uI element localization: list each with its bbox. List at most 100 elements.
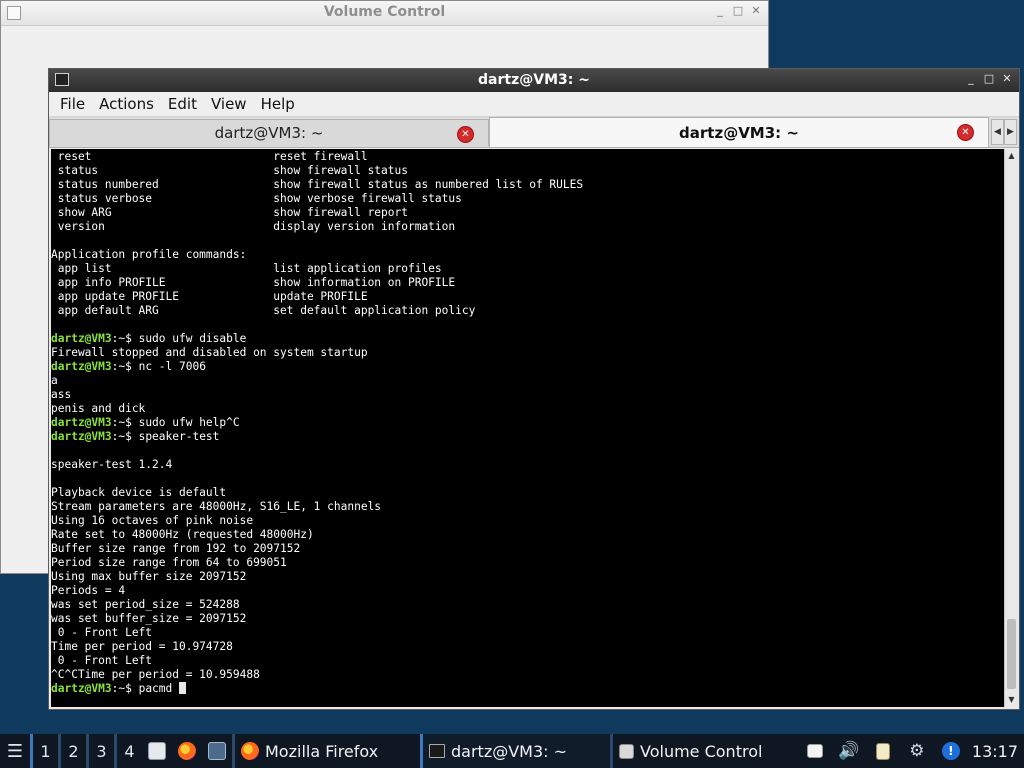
terminal-line: Buffer size range from 192 to 2097152 — [51, 542, 300, 555]
prompt-user: dartz@VM3 — [51, 682, 112, 695]
output-text: Time per period = 10.974728 — [51, 640, 233, 653]
menu-actions[interactable]: Actions — [92, 95, 161, 113]
tab-terminal-1[interactable]: dartz@VM3: ~ ✕ — [49, 119, 489, 146]
terminal-icon — [429, 744, 445, 758]
menu-bar: File Actions Edit View Help — [49, 92, 1019, 117]
firefox-launcher[interactable] — [172, 734, 202, 768]
tab-scroll-left-icon[interactable]: ◀ — [991, 119, 1004, 145]
maximize-button[interactable]: □ — [983, 72, 995, 86]
tab-terminal-2[interactable]: dartz@VM3: ~ ✕ — [489, 117, 989, 147]
output-text: app list list application profiles — [51, 262, 442, 275]
desktop-4-button[interactable]: 4 — [114, 734, 142, 768]
close-tab-icon[interactable]: ✕ — [957, 124, 974, 141]
command-text: pacmd — [138, 682, 179, 695]
terminal-line: 0 - Front Left — [51, 626, 152, 639]
output-text: status verbose show verbose firewall sta… — [51, 192, 462, 205]
firefox-icon — [178, 742, 196, 760]
terminal-line: Time per period = 10.974728 — [51, 640, 233, 653]
network-tray-button[interactable]: ⚙ — [900, 734, 934, 768]
command-text: nc -l 7006 — [138, 360, 206, 373]
scrollbar-thumb[interactable] — [1007, 619, 1016, 689]
terminal-output[interactable]: reset reset firewall status show firewal… — [51, 149, 1004, 707]
command-text: sudo ufw help^C — [138, 416, 240, 429]
tab-scroll-right-icon[interactable]: ▶ — [1004, 119, 1017, 145]
prompt-path: :~$ — [111, 430, 139, 443]
terminal-line: dartz@VM3:~$ speaker-test — [51, 430, 219, 443]
output-text: was set buffer_size = 2097152 — [51, 612, 247, 625]
show-desktop-icon — [806, 744, 823, 758]
clock[interactable]: 13:17 — [968, 742, 1024, 761]
terminal-line: version display version information — [51, 220, 455, 233]
terminal-line: Using 16 octaves of pink noise — [51, 514, 253, 527]
volume-tray-button[interactable]: 🔊 — [832, 734, 866, 768]
minimize-button[interactable]: _ — [965, 72, 977, 86]
terminal-line: dartz@VM3:~$ sudo ufw disable — [51, 332, 246, 345]
taskbar: ☰ 1 2 3 4 Mozilla Firefox dartz@VM3: ~ V… — [0, 734, 1024, 768]
output-text: status show firewall status — [51, 164, 408, 177]
task-volume-control[interactable]: Volume Control — [610, 734, 792, 768]
notification-tray-button[interactable]: ! — [934, 734, 968, 768]
terminal-title: dartz@VM3: ~ — [478, 72, 590, 88]
terminal-scrollbar[interactable]: ▲ ▼ — [1004, 149, 1018, 707]
menu-help[interactable]: Help — [254, 95, 302, 113]
task-label: dartz@VM3: ~ — [451, 741, 568, 761]
terminal-window[interactable]: dartz@VM3: ~ _ □ ✕ File Actions Edit Vie… — [48, 68, 1020, 710]
desktop-2-button[interactable]: 2 — [58, 734, 86, 768]
terminal-line: Stream parameters are 48000Hz, S16_LE, 1… — [51, 500, 381, 513]
terminal-line: show ARG show firewall report — [51, 206, 408, 219]
file-manager-launcher[interactable] — [142, 734, 172, 768]
output-text: Stream parameters are 48000Hz, S16_LE, 1… — [51, 500, 382, 513]
volume-control-titlebar[interactable]: Volume Control _ □ ✕ — [1, 1, 768, 26]
monitor-icon — [208, 742, 226, 760]
menu-edit[interactable]: Edit — [161, 95, 204, 113]
output-text: app info PROFILE show information on PRO… — [51, 276, 456, 289]
terminal-line: reset reset firewall — [51, 150, 368, 163]
task-firefox[interactable]: Mozilla Firefox — [232, 734, 420, 768]
show-desktop-button[interactable] — [798, 734, 832, 768]
clipboard-icon — [875, 742, 890, 760]
menu-file[interactable]: File — [53, 95, 92, 113]
prompt-user: dartz@VM3 — [51, 430, 112, 443]
desktop-launcher[interactable] — [202, 734, 232, 768]
volume-control-title: Volume Control — [323, 4, 446, 20]
prompt-path: :~$ — [111, 332, 139, 345]
output-text: penis and dick — [51, 402, 146, 415]
prompt-user: dartz@VM3 — [51, 332, 112, 345]
terminal-line: app default ARG set default application … — [51, 304, 476, 317]
clipboard-tray-button[interactable] — [866, 734, 900, 768]
desktop-3-button[interactable]: 3 — [86, 734, 114, 768]
task-label: Mozilla Firefox — [265, 741, 379, 761]
prompt-path: :~$ — [111, 360, 139, 373]
scroll-down-icon[interactable]: ▼ — [1005, 693, 1018, 707]
start-menu-icon[interactable]: ☰ — [0, 734, 30, 768]
output-text: 0 - Front Left — [51, 626, 153, 639]
scroll-up-icon[interactable]: ▲ — [1005, 149, 1018, 163]
desktop-1-button[interactable]: 1 — [30, 734, 58, 768]
output-text: Playback device is default — [51, 486, 227, 499]
terminal-line: Using max buffer size 2097152 — [51, 570, 246, 583]
command-text: speaker-test — [138, 430, 220, 443]
minimize-button[interactable]: _ — [714, 4, 726, 18]
output-text: show ARG show firewall report — [51, 206, 408, 219]
maximize-button[interactable]: □ — [732, 4, 744, 18]
output-text: a — [51, 374, 58, 387]
speaker-icon: 🔊 — [838, 741, 860, 761]
terminal-line: was set buffer_size = 2097152 — [51, 612, 246, 625]
terminal-line: dartz@VM3:~$ nc -l 7006 — [51, 360, 206, 373]
close-button[interactable]: ✕ — [750, 4, 762, 18]
terminal-line: was set period_size = 524288 — [51, 598, 240, 611]
output-text: Application profile commands: — [51, 248, 247, 261]
output-text: app update PROFILE update PROFILE — [51, 290, 368, 303]
prompt-path: :~$ — [111, 682, 139, 695]
terminal-line: status numbered show firewall status as … — [51, 178, 583, 191]
task-terminal[interactable]: dartz@VM3: ~ — [420, 734, 610, 768]
terminal-line: ^C^CTime per period = 10.959488 — [51, 668, 260, 681]
terminal-titlebar[interactable]: dartz@VM3: ~ _ □ ✕ — [49, 69, 1019, 92]
terminal-line: Periods = 4 — [51, 584, 125, 597]
close-button[interactable]: ✕ — [1001, 72, 1013, 86]
terminal-line: dartz@VM3:~$ pacmd — [51, 682, 186, 695]
output-text: Periods = 4 — [51, 584, 126, 597]
terminal-line: Playback device is default — [51, 486, 226, 499]
close-tab-icon[interactable]: ✕ — [457, 126, 474, 143]
menu-view[interactable]: View — [204, 95, 254, 113]
